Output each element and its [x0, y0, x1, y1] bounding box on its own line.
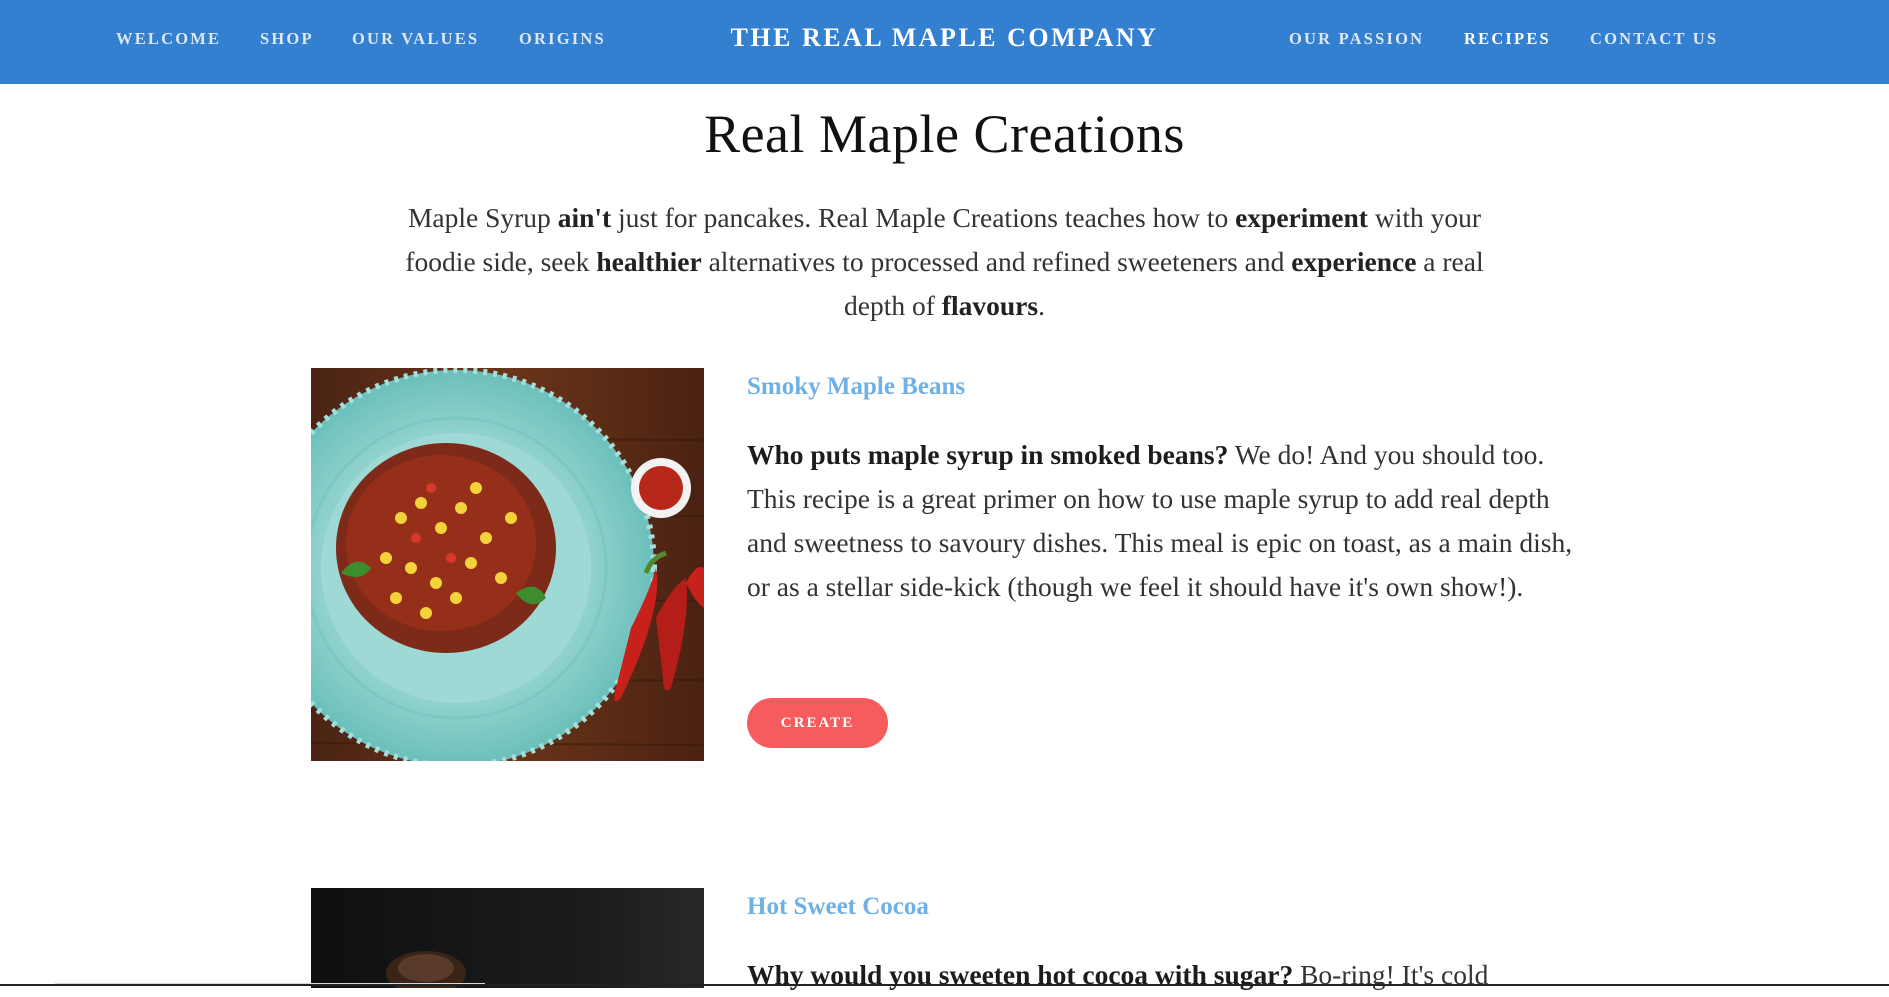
create-button[interactable]: CREATE [747, 698, 888, 748]
nav-recipes[interactable]: RECIPES [1464, 29, 1551, 49]
intro-text: Maple Syrup [407, 202, 558, 233]
intro-text: alternatives to processed and refined sw… [701, 246, 1292, 277]
recipe-title-smoky-maple-beans[interactable]: Smoky Maple Beans [747, 373, 965, 401]
intro-text: just for pancakes. Real Maple Creations … [611, 202, 1236, 233]
recipe-title-hot-sweet-cocoa[interactable]: Hot Sweet Cocoa [747, 893, 929, 921]
recipe-description: Who puts maple syrup in smoked beans? We… [747, 433, 1577, 609]
beans-plate-photo [311, 368, 704, 761]
intro-text: . [1038, 290, 1045, 321]
intro-emphasis: experiment [1235, 202, 1368, 233]
top-navigation-bar: WELCOME SHOP OUR VALUES ORIGINS THE REAL… [0, 0, 1889, 84]
intro-emphasis: flavours [941, 290, 1039, 321]
recipe-image-smoky-maple-beans[interactable] [311, 368, 704, 761]
intro-emphasis: healthier [596, 246, 702, 277]
page-title: Real Maple Creations [704, 104, 1185, 164]
recipe-lead: Who puts maple syrup in smoked beans? [747, 439, 1229, 470]
nav-contact-us[interactable]: CONTACT US [1590, 29, 1718, 49]
brand-logo-text[interactable]: THE REAL MAPLE COMPANY [731, 23, 1159, 53]
recipe-image-hot-sweet-cocoa[interactable] [311, 888, 704, 988]
recipe-description: Why would you sweeten hot cocoa with sug… [747, 953, 1577, 997]
intro-emphasis: experience [1291, 246, 1417, 277]
nav-our-passion[interactable]: OUR PASSION [1289, 29, 1424, 49]
cocoa-photo [311, 888, 704, 988]
intro-paragraph: Maple Syrup ain't just for pancakes. Rea… [395, 196, 1494, 328]
intro-emphasis: ain't [557, 202, 612, 233]
